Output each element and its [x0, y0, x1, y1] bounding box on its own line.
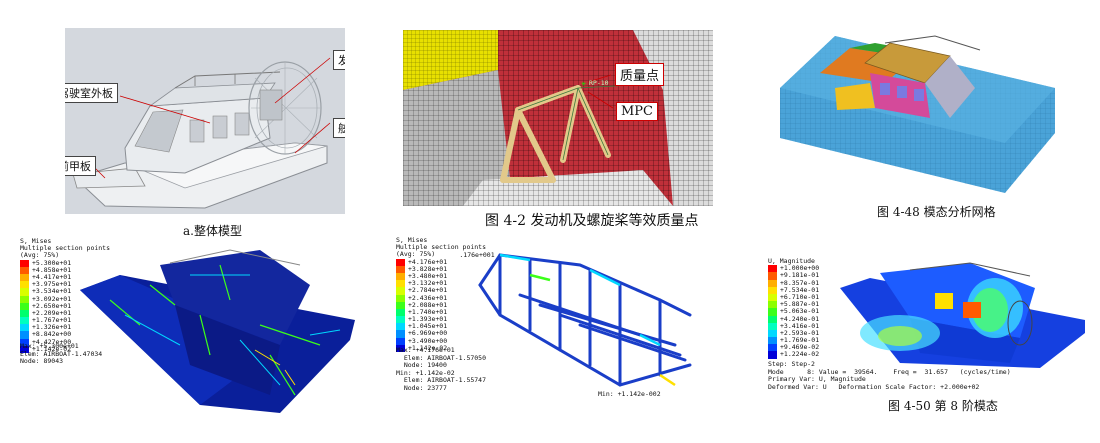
modal-mesh-caption: 图 4-48 模态分析网格	[877, 205, 996, 219]
stress1-model-panel	[80, 245, 365, 415]
rp-point-label: RP-10	[589, 79, 609, 87]
dashboard-outer-panel-label: 驾驶室外板	[65, 83, 118, 103]
legend-swatch	[768, 315, 777, 323]
legend-swatch	[768, 301, 777, 309]
legend-swatch	[396, 280, 405, 288]
stress2-min-marker: Min: +1.142e-002	[598, 390, 661, 398]
mpc-label: MPC	[616, 102, 659, 121]
mesh-model-drawing	[780, 35, 1055, 193]
legend-swatch	[20, 266, 29, 274]
legend-swatch	[396, 323, 405, 331]
mode-info: Step: Step-2 Mode 8: Value = 39564. Freq …	[768, 360, 1011, 391]
airboat-model-drawing	[72, 57, 331, 209]
mode-info-line: Deformed Var: U Deformation Scale Factor…	[768, 382, 980, 391]
legend-swatch	[768, 322, 777, 330]
legend-swatch	[768, 351, 777, 359]
stress1-contour-drawing	[80, 249, 355, 413]
mass-point-label: 质量点	[615, 63, 665, 86]
stress2-model-panel: Max: +4.176e+001 Min: +1.142e-002	[460, 245, 710, 415]
mass-point-caption: 图 4-2 发动机及螺旋桨等效质量点	[485, 213, 699, 229]
legend-swatch	[768, 272, 777, 280]
legend-swatch	[396, 294, 405, 302]
legend-swatch	[768, 344, 777, 352]
stress2-max-marker: Max: +4.176e+001	[460, 251, 495, 259]
legend-swatch	[396, 272, 405, 281]
legend-swatch	[396, 258, 405, 266]
mass-point-panel: ✳ RP-10 质量点 MPC	[403, 30, 713, 206]
legend-value: +1.224e-02	[780, 350, 820, 359]
modal-mesh-panel	[775, 28, 1060, 198]
legend-swatch	[396, 265, 405, 273]
legend-swatch	[20, 295, 29, 303]
legend-swatch	[768, 308, 777, 316]
legend-swatch	[396, 330, 405, 338]
overall-model-panel: 驾驶室外板 发动机 舷侧板 前甲板	[65, 28, 345, 214]
legend-swatch	[396, 308, 405, 317]
mode-contour-drawing	[840, 262, 1085, 368]
legend-swatch	[768, 279, 777, 287]
legend-swatch	[20, 302, 29, 310]
engine-frame-drawing: ✳	[403, 30, 713, 206]
legend-swatch	[20, 324, 29, 332]
legend-swatch	[768, 293, 777, 302]
legend-swatch	[768, 337, 777, 345]
legend-swatch	[396, 337, 405, 345]
svg-text:✳: ✳	[581, 81, 586, 88]
side-panel-label: 舷侧板	[333, 118, 345, 138]
engine-label: 发动机	[333, 50, 345, 70]
legend-swatch	[768, 265, 777, 273]
mode-legend: U, Magnitude +1.000e+00 +9.181e-01 +8.357e…	[768, 257, 820, 359]
mode-caption: 图 4-50 第 8 阶模态	[888, 399, 998, 413]
legend-swatch	[768, 286, 777, 294]
legend-swatch	[20, 288, 29, 296]
legend-swatch	[20, 331, 29, 339]
legend-swatch	[396, 287, 405, 295]
stress2-frame-drawing	[478, 253, 692, 387]
legend-swatch	[396, 316, 405, 324]
legend-swatch	[20, 273, 29, 282]
legend-swatch	[768, 329, 777, 338]
legend-swatch	[20, 259, 29, 267]
mode-model-panel	[840, 258, 1090, 368]
legend-swatch	[20, 281, 29, 289]
legend-swatch	[20, 317, 29, 325]
overall-model-caption: a.整体模型	[183, 224, 242, 238]
front-deck-label: 前甲板	[65, 156, 96, 176]
legend-swatch	[396, 301, 405, 309]
legend-swatch	[20, 309, 29, 318]
legend-row: +1.224e-02	[768, 350, 820, 359]
